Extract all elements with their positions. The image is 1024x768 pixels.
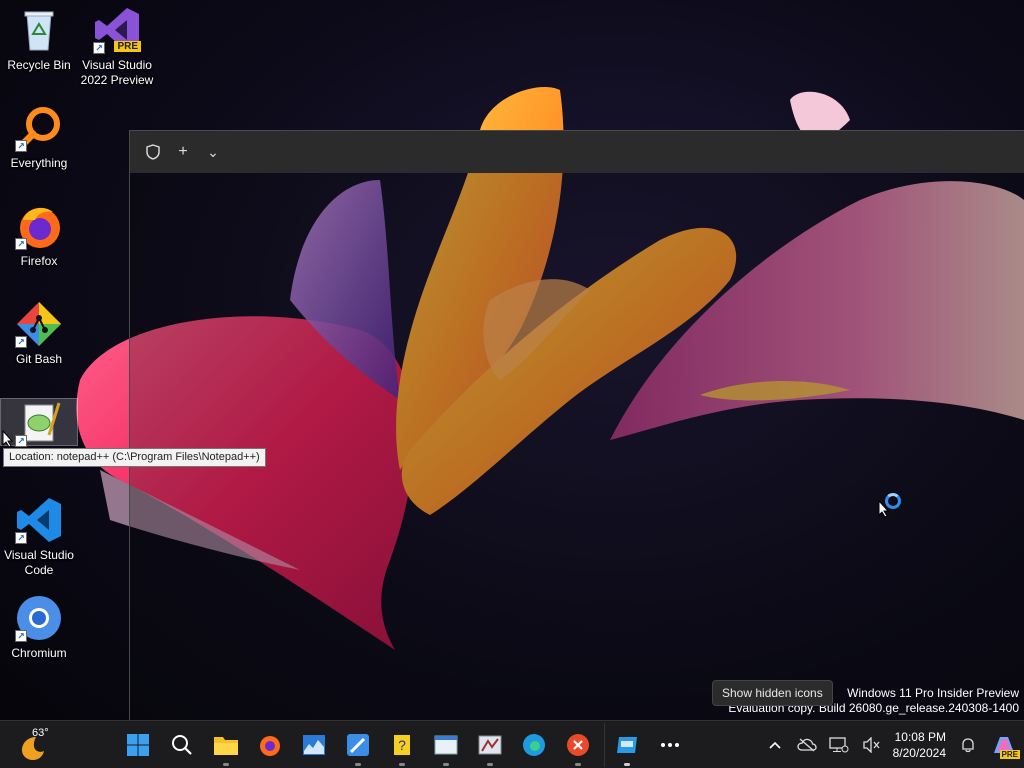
shortcut-arrow-icon: ↗ — [15, 532, 27, 544]
folder-icon — [214, 737, 238, 755]
search-button[interactable] — [160, 723, 204, 767]
desktop-icon-label: Firefox — [20, 254, 58, 268]
desktop-icon-everything[interactable]: ↗ Everything — [0, 104, 78, 171]
edge-button[interactable] — [512, 723, 556, 767]
paint-icon — [347, 734, 369, 756]
shortcut-arrow-icon: ↗ — [15, 238, 27, 250]
shield-icon[interactable] — [138, 137, 168, 167]
running-indicator — [624, 763, 630, 766]
desktop-icon-label: Recycle Bin — [7, 58, 71, 72]
edge-icon — [523, 734, 545, 756]
desktop-icon-visual-studio-code[interactable]: ↗ Visual Studio Code — [0, 496, 78, 578]
clock-date: 8/20/2024 — [892, 746, 946, 760]
firefox-taskbar-button[interactable] — [248, 723, 292, 767]
desktop-icon-label: Everything — [10, 156, 68, 170]
paint-button[interactable] — [336, 723, 380, 767]
running-indicator — [223, 763, 229, 766]
windows-logo-icon — [127, 734, 149, 756]
chart-icon — [303, 735, 325, 755]
close-circle-icon — [567, 734, 589, 756]
svg-text:?: ? — [398, 737, 406, 753]
new-tab-button[interactable]: + — [168, 137, 198, 167]
desktop-icon-chromium[interactable]: ↗ Chromium — [0, 594, 78, 661]
firefox-icon: ↗ — [15, 202, 63, 250]
chevron-up-icon — [769, 741, 781, 749]
weather-temperature: 63° — [32, 727, 49, 739]
more-apps-button[interactable] — [648, 723, 692, 767]
running-indicator — [355, 763, 361, 766]
clock-time: 10:08 PM — [894, 730, 946, 744]
running-indicator — [443, 763, 449, 766]
onedrive-tray-button[interactable] — [791, 721, 823, 768]
network-tray-button[interactable] — [823, 721, 855, 768]
search-icon — [172, 735, 192, 755]
recycle-bin-icon — [15, 6, 63, 54]
desktop-icon-label: Chromium — [11, 646, 67, 660]
desktop-icon-recycle-bin[interactable]: Recycle Bin — [0, 6, 78, 73]
notepad-taskbar-button[interactable] — [424, 723, 468, 767]
show-hidden-icons-tooltip: Show hidden icons — [712, 680, 833, 706]
bell-icon — [962, 738, 974, 753]
speaker-muted-icon — [862, 737, 880, 753]
shortcut-arrow-icon: ↗ — [93, 42, 105, 54]
chromium-icon: ↗ — [15, 594, 63, 642]
running-indicator — [575, 763, 581, 766]
clock[interactable]: 10:08 PM 8/20/2024 — [887, 729, 952, 761]
snipping-tool-button[interactable] — [468, 723, 512, 767]
copilot-button[interactable]: PRE — [984, 721, 1024, 768]
show-hidden-icons-button[interactable] — [759, 721, 791, 768]
notepad-plus-plus-icon: ↗ — [15, 399, 63, 447]
desktop-icon-visual-studio-2022-preview[interactable]: PRE ↗ Visual Studio 2022 Preview — [78, 6, 156, 88]
ellipsis-icon — [661, 743, 679, 747]
desktop-icon-label: Visual Studio Code — [4, 548, 74, 577]
help-icon: ? — [394, 735, 410, 755]
start-button[interactable] — [116, 723, 160, 767]
running-indicator — [399, 763, 405, 766]
shortcut-arrow-icon: ↗ — [15, 435, 27, 447]
vscode-icon: ↗ — [15, 496, 63, 544]
firefox-icon — [260, 736, 280, 756]
taskbar-apps: ? — [116, 721, 692, 768]
terminal-app-icon — [616, 737, 637, 753]
taskbar: 63° ? 10:08 PM 8/20/2024 PRE — [0, 720, 1024, 768]
shortcut-arrow-icon: ↗ — [15, 630, 27, 642]
notifications-button[interactable] — [952, 721, 984, 768]
mouse-cursor-icon — [2, 430, 14, 448]
tab-dropdown-button[interactable]: ⌄ — [198, 137, 228, 167]
icon-location-tooltip: Location: notepad++ (C:\Program Files\No… — [3, 448, 266, 467]
help-button[interactable]: ? — [380, 723, 424, 767]
system-tray: 10:08 PM 8/20/2024 PRE — [759, 721, 1024, 768]
desktop-icon-git-bash[interactable]: ↗ Git Bash — [0, 300, 78, 367]
desktop-icon-label: Visual Studio 2022 Preview — [80, 58, 154, 87]
task-manager-button[interactable] — [292, 723, 336, 767]
cloud-offline-icon — [796, 738, 817, 752]
volume-tray-button[interactable] — [855, 721, 887, 768]
xmind-button[interactable] — [556, 723, 600, 767]
network-icon — [828, 737, 849, 753]
snipping-icon — [478, 735, 502, 755]
terminal-window[interactable]: + ⌄ — [129, 130, 1024, 720]
preview-badge: PRE — [114, 41, 141, 52]
git-bash-icon: ↗ — [15, 300, 63, 348]
desktop-icon-firefox[interactable]: ↗ Firefox — [0, 202, 78, 269]
running-indicator — [487, 763, 493, 766]
shortcut-arrow-icon: ↗ — [15, 140, 27, 152]
file-explorer-button[interactable] — [204, 723, 248, 767]
terminal-taskbar-button[interactable] — [604, 723, 648, 767]
shortcut-arrow-icon: ↗ — [15, 336, 27, 348]
weather-widget[interactable]: 63° — [18, 726, 58, 764]
visual-studio-icon: PRE ↗ — [93, 6, 141, 54]
terminal-titlebar[interactable]: + ⌄ — [130, 131, 1024, 173]
copilot-preview-badge: PRE — [999, 750, 1020, 759]
mouse-cursor-icon — [878, 500, 890, 518]
window-app-icon — [434, 735, 458, 755]
desktop-icon-label: Git Bash — [15, 352, 63, 366]
everything-search-icon: ↗ — [15, 104, 63, 152]
